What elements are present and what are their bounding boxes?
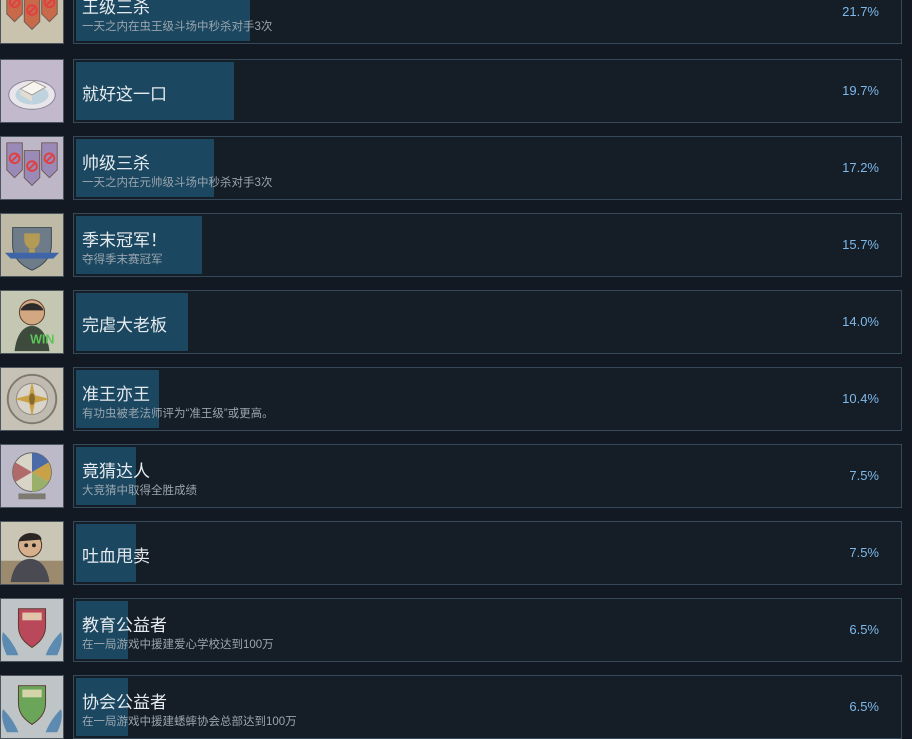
cricket-medallion-icon — [0, 367, 64, 431]
achievement-row[interactable]: 就好这一口 19.7% — [0, 59, 912, 123]
unlock-percentage: 7.5% — [849, 545, 879, 560]
achievement-panel: 就好这一口 19.7% — [73, 59, 902, 123]
achievement-title: 王级三杀 — [82, 0, 150, 17]
achievement-row[interactable]: 王级三杀一天之内在虫王级斗场中秒杀对手3次 21.7% — [0, 0, 912, 44]
unlock-percentage: 10.4% — [842, 391, 879, 406]
trophy-shield-icon — [0, 213, 64, 277]
achievement-row[interactable]: 准王亦王有功虫被老法师评为“准王级”或更高。 10.4% — [0, 367, 912, 431]
achievement-panel: 竟猜达人大竞猜中取得全胜成绩 7.5% — [73, 444, 902, 508]
achievement-row[interactable]: WIN 完虐大老板 14.0% — [0, 290, 912, 354]
unlock-percentage: 7.5% — [849, 468, 879, 483]
achievement-panel: 帅级三杀一天之内在元帅级斗场中秒杀对手3次 17.2% — [73, 136, 902, 200]
achievement-panel: 完虐大老板 14.0% — [73, 290, 902, 354]
purple-banners-icon — [0, 136, 64, 200]
achievement-list: 王级三杀一天之内在虫王级斗场中秒杀对手3次 21.7% 就好这一口 19.7% 帅级… — [0, 0, 912, 739]
achievement-description: 在一局游戏中援建蟋蟀协会总部达到100万 — [82, 716, 297, 728]
unlock-percentage: 14.0% — [842, 314, 879, 329]
tofu-plate-icon — [0, 59, 64, 123]
unlock-percentage: 15.7% — [842, 237, 879, 252]
svg-text:WIN: WIN — [30, 332, 54, 346]
achievement-title: 完虐大老板 — [82, 316, 167, 335]
achievement-title: 准王亦王 — [82, 385, 150, 404]
achievement-row[interactable]: 教育公益者在一局游戏中援建爱心学校达到100万 6.5% — [0, 598, 912, 662]
achievement-title: 协会公益者 — [82, 693, 167, 712]
achievement-panel: 教育公益者在一局游戏中援建爱心学校达到100万 6.5% — [73, 598, 902, 662]
achievement-row[interactable]: 帅级三杀一天之内在元帅级斗场中秒杀对手3次 17.2% — [0, 136, 912, 200]
achievement-panel: 王级三杀一天之内在虫王级斗场中秒杀对手3次 21.7% — [73, 0, 902, 44]
achievement-panel: 协会公益者在一局游戏中援建蟋蟀协会总部达到100万 6.5% — [73, 675, 902, 739]
achievement-title: 帅级三杀 — [82, 154, 150, 173]
achievement-row[interactable]: 季末冠军！ 夺得季末赛冠军 15.7% — [0, 213, 912, 277]
achievement-description: 在一局游戏中援建爱心学校达到100万 — [82, 639, 274, 651]
wheel-icon — [0, 444, 64, 508]
achievement-title: 教育公益者 — [82, 616, 167, 635]
shocked-man-icon — [0, 521, 64, 585]
achievement-title: 竟猜达人 — [82, 462, 150, 481]
achievement-title: 季末冠军！ — [82, 231, 167, 250]
achievement-row[interactable]: 吐血甩卖 7.5% — [0, 521, 912, 585]
boss-win-icon: WIN — [0, 290, 64, 354]
achievement-description: 有功虫被老法师评为“准王级”或更高。 — [82, 408, 274, 420]
achievement-title: 就好这一口 — [82, 85, 167, 104]
achievement-panel: 准王亦王有功虫被老法师评为“准王级”或更高。 10.4% — [73, 367, 902, 431]
achievement-description: 大竞猜中取得全胜成绩 — [82, 485, 197, 497]
achievement-row[interactable]: 竟猜达人大竞猜中取得全胜成绩 7.5% — [0, 444, 912, 508]
achievement-title: 吐血甩卖 — [82, 547, 150, 566]
achievement-panel: 季末冠军！ 夺得季末赛冠军 15.7% — [73, 213, 902, 277]
unlock-percentage: 19.7% — [842, 83, 879, 98]
achievement-panel: 吐血甩卖 7.5% — [73, 521, 902, 585]
unlock-percentage: 6.5% — [849, 699, 879, 714]
unlock-percentage: 21.7% — [842, 4, 879, 19]
achievement-description: 夺得季末赛冠军 — [82, 254, 163, 266]
hands-shield-green-icon — [0, 675, 64, 739]
hands-shield-red-icon — [0, 598, 64, 662]
unlock-percentage: 17.2% — [842, 160, 879, 175]
achievement-description: 一天之内在元帅级斗场中秒杀对手3次 — [82, 177, 273, 189]
achievement-row[interactable]: 协会公益者在一局游戏中援建蟋蟀协会总部达到100万 6.5% — [0, 675, 912, 739]
unlock-percentage: 6.5% — [849, 622, 879, 637]
achievement-description: 一天之内在虫王级斗场中秒杀对手3次 — [82, 21, 273, 33]
red-banners-icon — [0, 0, 64, 44]
